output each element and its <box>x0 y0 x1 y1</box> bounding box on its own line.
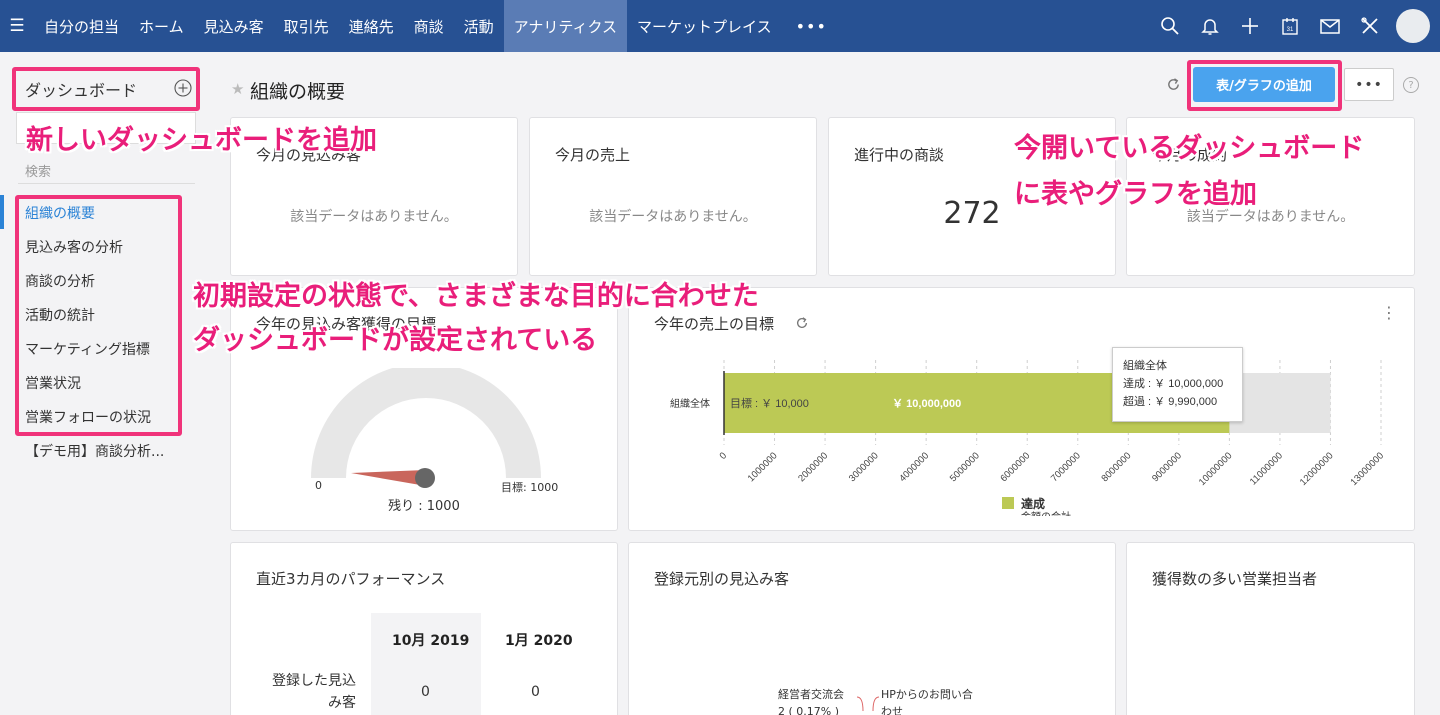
category-label: 組織全体 <box>670 397 710 410</box>
calendar-icon[interactable]: 31 <box>1270 0 1310 52</box>
x-tick-label: 9000000 <box>1150 450 1184 484</box>
help-icon[interactable]: ? <box>1403 77 1419 93</box>
tooltip-achieved: 達成 : ￥ 10,000,000 <box>1123 378 1224 390</box>
x-tick-label: 4000000 <box>897 450 931 484</box>
gauge-remaining-label: 残り : 1000 <box>388 499 460 514</box>
gauge-track <box>311 368 541 478</box>
favorite-star-icon[interactable]: ★ <box>231 80 244 98</box>
user-avatar[interactable] <box>1396 9 1430 43</box>
tooltip-excess: 超過 : ￥ 9,990,000 <box>1123 396 1218 408</box>
hamburger-menu-icon[interactable]: ☰ <box>0 0 34 52</box>
pie-label-executive-meetup: 経営者交流会 2 ( 0.17% ) <box>778 686 844 715</box>
plus-icon[interactable] <box>1230 0 1270 52</box>
more-options-button[interactable]: ••• <box>1344 68 1394 101</box>
row-label-registered-leads: 登録した見込み客 <box>272 673 356 711</box>
card-sales-this-month: 今月の売上 該当データはありません。 <box>529 117 817 276</box>
nav-utility-icons: 31 <box>1150 0 1440 52</box>
tooltip-title: 組織全体 <box>1123 360 1167 372</box>
page-title: 組織の概要 <box>250 81 346 103</box>
x-tick-label: 11000000 <box>1248 450 1285 487</box>
card-performance-3-months: 直近3カ月のパフォーマンス 10月 2019 1月 2020 登録した見込み客 … <box>230 542 618 715</box>
nav-item-my-tasks[interactable]: 自分の担当 <box>34 0 129 52</box>
pie-label-name: HPからのお問い合 <box>881 688 973 701</box>
card-title: 登録元別の見込み客 <box>654 570 790 588</box>
mail-icon[interactable] <box>1310 0 1350 52</box>
card-title: 直近3カ月のパフォーマンス <box>256 570 446 588</box>
card-title: 獲得数の多い営業担当者 <box>1152 570 1318 588</box>
x-tick-label: 0 <box>718 450 730 462</box>
nav-more-button[interactable]: ••• <box>782 0 841 52</box>
nav-item-marketplace[interactable]: マーケットプレイス <box>627 0 782 52</box>
x-tick-label: 10000000 <box>1197 450 1235 488</box>
card-top-sales-reps: 獲得数の多い営業担当者 <box>1126 542 1415 715</box>
pie-label-name: 経営者交流会 <box>778 688 844 701</box>
x-tick-label: 6000000 <box>998 450 1032 484</box>
bar-value-label: ￥ 10,000,000 <box>892 398 961 410</box>
x-tick-label: 3000000 <box>847 450 881 484</box>
card-sales-goal-chart: 今年の売上の目標 ⋮ 組織全体 目標 : ￥ 10,000 ￥ 10,000,0… <box>628 287 1415 531</box>
nav-item-accounts[interactable]: 取引先 <box>274 0 339 52</box>
card-leads-by-source: 登録元別の見込み客 経営者交流会 2 ( 0.17% ) HPからのお問い合 わ… <box>628 542 1116 715</box>
x-tick-label: 5000000 <box>948 450 982 484</box>
gauge-target-label: 目標: 1000 <box>501 481 559 494</box>
x-tick-label: 1000000 <box>746 450 780 484</box>
card-title: 進行中の商談 <box>854 146 945 164</box>
annotation-add-chart-line2: に表やグラフを追加 <box>1014 179 1257 210</box>
bell-icon[interactable] <box>1190 0 1230 52</box>
nav-item-leads[interactable]: 見込み客 <box>194 0 274 52</box>
x-tick-label: 7000000 <box>1049 450 1083 484</box>
nav-item-contacts[interactable]: 連絡先 <box>339 0 404 52</box>
target-label: 目標 : ￥ 10,000 <box>730 396 809 410</box>
column-header-jan-2020: 1月 2020 <box>505 633 573 649</box>
cell-value: 0 <box>421 684 430 700</box>
svg-text:31: 31 <box>1287 27 1294 33</box>
chart-tooltip: 組織全体 達成 : ￥ 10,000,000 超過 : ￥ 9,990,000 <box>1112 347 1243 422</box>
x-tick-label: 8000000 <box>1099 450 1133 484</box>
no-data-message: 該当データはありません。 <box>589 209 757 225</box>
legend-sublabel: 金額の合計 <box>1021 508 1071 516</box>
annotation-add-dashboard: 新しいダッシュボードを追加 <box>26 125 377 156</box>
search-icon[interactable] <box>1150 0 1190 52</box>
annotation-preset-line1: 初期設定の状態で、さまざまな目的に合わせた <box>193 281 759 312</box>
highlight-dashboard-list <box>15 195 182 436</box>
sidebar-item-demo-deal-analysis[interactable]: 【デモ用】商談分析... <box>25 441 164 461</box>
gauge-hub <box>415 468 435 488</box>
dashboard-search-input[interactable]: 検索 <box>25 161 51 180</box>
gauge-min-label: 0 <box>315 479 322 492</box>
no-data-message: 該当データはありません。 <box>290 209 458 225</box>
pie-label-name-cont: わせ <box>881 705 903 715</box>
annotation-preset-line2: ダッシュボードが設定されている <box>193 325 598 356</box>
tools-icon[interactable] <box>1350 0 1390 52</box>
pie-label-hp-inquiry: HPからのお問い合 わせ <box>881 686 973 715</box>
annotation-add-chart-line1: 今開いているダッシュボード <box>1014 133 1365 164</box>
top-navigation-bar: ☰ 自分の担当 ホーム 見込み客 取引先 連絡先 商談 活動 アナリティクス マ… <box>0 0 1440 52</box>
highlight-dashboard-header <box>12 67 200 111</box>
x-tick-label: 12000000 <box>1298 450 1336 488</box>
highlight-add-chart-button <box>1187 60 1342 111</box>
nav-item-home[interactable]: ホーム <box>129 0 194 52</box>
nav-item-analytics[interactable]: アナリティクス <box>503 0 628 52</box>
x-tick-label: 13000000 <box>1348 450 1386 488</box>
sidebar-divider <box>18 183 195 184</box>
column-header-oct-2019: 10月 2019 <box>392 633 470 649</box>
cell-value: 0 <box>531 684 540 700</box>
legend-swatch <box>1002 497 1014 509</box>
nav-item-deals[interactable]: 商談 <box>404 0 454 52</box>
pie-label-value: 2 ( 0.17% ) <box>778 705 840 715</box>
refresh-icon[interactable] <box>1166 77 1181 96</box>
active-item-marker <box>0 195 4 229</box>
card-title: 今月の売上 <box>555 146 631 164</box>
gauge-needle <box>351 470 426 486</box>
x-tick-label: 2000000 <box>796 450 830 484</box>
nav-item-activities[interactable]: 活動 <box>454 0 504 52</box>
